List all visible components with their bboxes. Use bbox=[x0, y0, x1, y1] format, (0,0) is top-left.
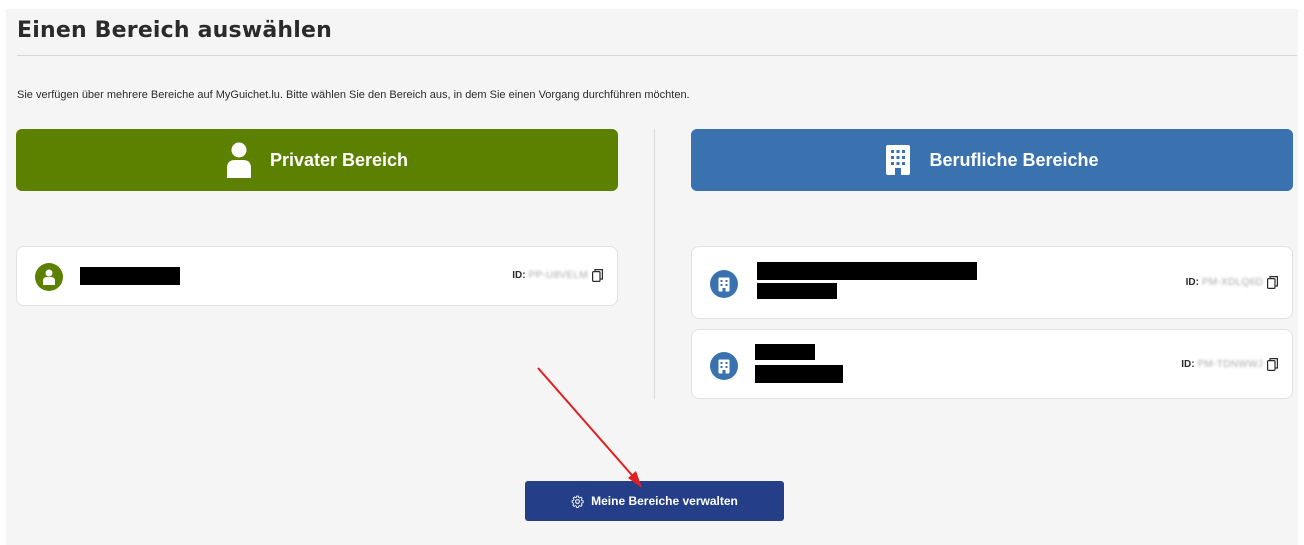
page-container: Einen Bereich auswählen Sie verfügen übe… bbox=[6, 9, 1298, 545]
private-area-label: Privater Bereich bbox=[269, 149, 409, 170]
title-divider bbox=[17, 55, 1297, 56]
building-icon bbox=[885, 144, 911, 176]
user-icon bbox=[35, 263, 63, 291]
space-id-value: PM-TDNWWJ bbox=[1197, 359, 1263, 370]
copy-icon[interactable] bbox=[1267, 276, 1278, 289]
space-id-label: ID: bbox=[1185, 277, 1199, 288]
page-title: Einen Bereich auswählen bbox=[17, 18, 332, 43]
professional-space-card[interactable]: ID: PM-XDLQ6D bbox=[691, 246, 1293, 319]
professional-space-card[interactable]: ID: PM-TDNWWJ bbox=[691, 329, 1293, 399]
space-id: ID: PP-U8VELM bbox=[512, 269, 603, 282]
space-name-redacted bbox=[80, 267, 180, 285]
copy-icon[interactable] bbox=[1267, 358, 1278, 371]
manage-areas-button[interactable]: Meine Bereiche verwalten bbox=[525, 481, 784, 521]
space-id-label: ID: bbox=[1181, 359, 1195, 370]
space-name-redacted bbox=[757, 262, 977, 280]
professional-area-button[interactable]: Berufliche Bereiche bbox=[691, 129, 1293, 191]
space-name-redacted bbox=[755, 344, 815, 360]
private-area-button[interactable]: Privater Bereich bbox=[16, 129, 618, 191]
gear-icon bbox=[571, 495, 584, 508]
manage-areas-label: Meine Bereiche verwalten bbox=[591, 494, 738, 508]
space-id-label: ID: bbox=[512, 270, 526, 281]
building-icon bbox=[710, 352, 738, 380]
space-id-value: PP-U8VELM bbox=[528, 270, 588, 281]
space-id-value: PM-XDLQ6D bbox=[1201, 277, 1263, 288]
column-divider bbox=[654, 129, 655, 399]
person-icon bbox=[226, 142, 252, 178]
space-id: ID: PM-XDLQ6D bbox=[1186, 276, 1278, 289]
copy-icon[interactable] bbox=[592, 269, 603, 282]
intro-text: Sie verfügen über mehrere Bereiche auf M… bbox=[17, 89, 690, 101]
private-space-card[interactable]: ID: PP-U8VELM bbox=[16, 246, 618, 306]
space-subtitle-redacted bbox=[755, 365, 843, 383]
professional-area-label: Berufliche Bereiche bbox=[929, 149, 1099, 170]
space-id: ID: PM-TDNWWJ bbox=[1181, 358, 1278, 371]
space-subtitle-redacted bbox=[757, 283, 837, 299]
building-icon bbox=[710, 270, 738, 298]
